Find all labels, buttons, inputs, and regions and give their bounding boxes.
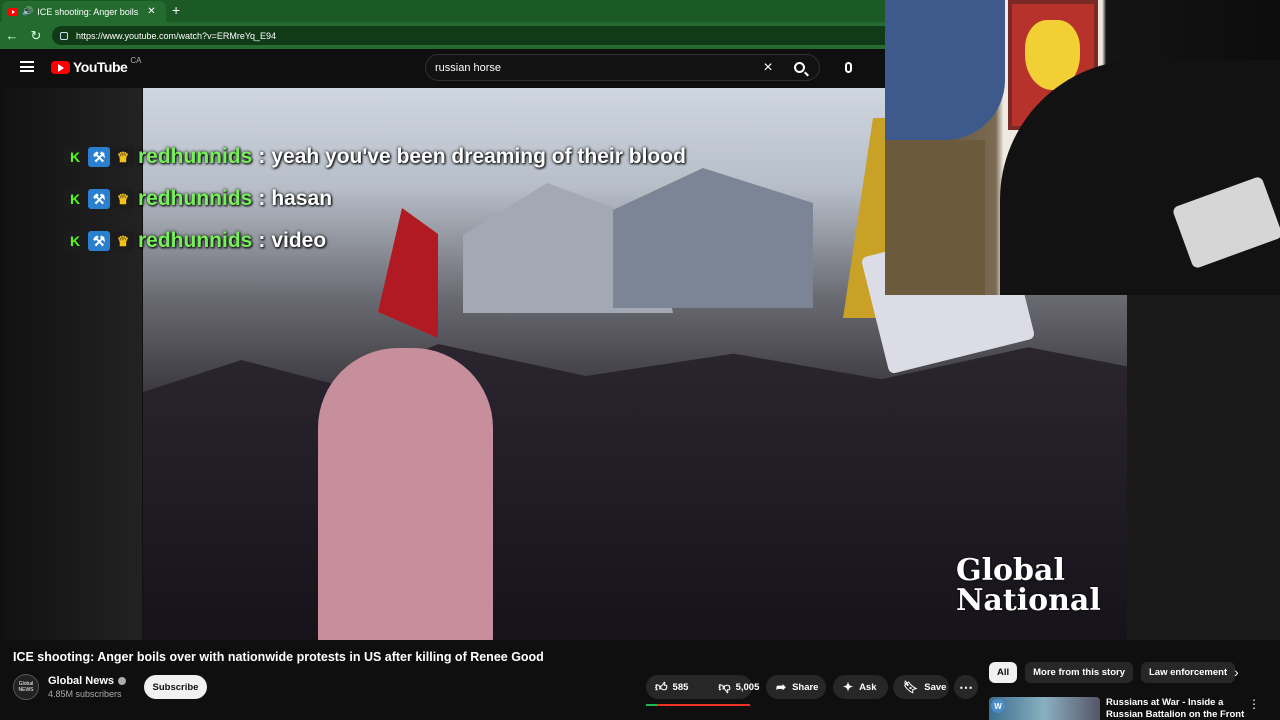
hammer-badge-icon: ⚒ (88, 231, 110, 251)
youtube-favicon-icon (8, 7, 18, 16)
address-bar-row: ← ↻ https://www.youtube.com/watch?v=ERMr… (0, 22, 885, 49)
chat-text: video (271, 229, 327, 252)
chip-law-enforcement[interactable]: Law enforcement (1141, 662, 1236, 683)
crown-badge-icon: ♛ (112, 147, 134, 167)
back-arrow-icon[interactable]: ← (0, 28, 24, 43)
pink-jacket-shape (318, 348, 493, 640)
search-button[interactable] (779, 54, 819, 81)
bookmark-icon: 🔖︎ (903, 680, 919, 694)
speaker-icon[interactable]: 🔊 (22, 6, 33, 17)
browser-tab-bar: 🔊 ICE shooting: Anger boils over ✕ + (0, 0, 885, 22)
channel-avatar[interactable]: Global NEWS (13, 674, 39, 700)
dislike-count: 5,005 (735, 681, 760, 693)
global-national-watermark: Global National (956, 556, 1101, 616)
chevron-right-icon[interactable]: › (1234, 664, 1239, 680)
recommendation-thumbnail[interactable] (989, 697, 1100, 720)
chat-overlay: K ⚒ ♛ redhunnids : yeah you've been dreami… (64, 136, 686, 262)
country-code: CA (130, 55, 142, 65)
kick-badge-icon: K (64, 189, 86, 209)
recommendation-item[interactable]: W Russians at War - Inside a Russian Bat… (989, 695, 1280, 720)
youtube-wordmark: YouTube (73, 59, 128, 75)
search-box[interactable]: russian horse × (425, 54, 820, 81)
chat-separator: : (258, 187, 266, 210)
channel-name[interactable]: Global News (48, 675, 114, 687)
more-actions-button[interactable]: ⋯ (954, 675, 978, 699)
thumbs-down-icon: 👎︎ (718, 679, 731, 694)
url-text: https://www.youtube.com/watch?v=ERMreYq_… (76, 30, 277, 41)
search-input[interactable]: russian horse (435, 62, 757, 74)
like-fill (646, 704, 657, 706)
clear-search-icon[interactable]: × (757, 59, 779, 77)
kick-badge-icon: K (64, 147, 86, 167)
youtube-logo[interactable]: YouTube CA (51, 55, 142, 75)
recommendation-title[interactable]: Russians at War - Inside a Russian Batta… (1106, 697, 1246, 720)
chip-all[interactable]: All (989, 662, 1018, 683)
hammer-badge-icon: ⚒ (88, 147, 110, 167)
new-tab-icon[interactable]: + (172, 2, 180, 18)
verified-icon (118, 677, 127, 685)
chat-separator: : (258, 229, 266, 252)
site-info-icon[interactable] (60, 31, 68, 40)
thumbs-up-icon: 👍︎ (655, 679, 668, 694)
crown-badge-icon: ♛ (112, 189, 134, 209)
youtube-play-icon (51, 60, 70, 74)
menu-icon[interactable] (20, 61, 34, 72)
side-panel (1127, 295, 1280, 640)
share-label: Share (792, 681, 819, 693)
recommendation-chips: All More from this story Law enforcement (989, 662, 1236, 683)
channel-name-row[interactable]: Global News (48, 675, 127, 687)
chat-message: K ⚒ ♛ redhunnids : hasan (64, 178, 686, 220)
sparkle-icon: ✦ (843, 680, 854, 694)
chat-text: hasan (271, 187, 333, 210)
chat-message: K ⚒ ♛ redhunnids : yeah you've been dreami… (64, 136, 686, 178)
channel-badge-icon: W (991, 699, 1005, 713)
pants-shape (885, 140, 985, 295)
search-icon (793, 62, 805, 73)
close-icon[interactable]: ✕ (147, 6, 155, 17)
kick-badge-icon: K (64, 231, 86, 251)
like-dislike-group: 👍︎ 585 👎︎ 5,005 (646, 675, 759, 699)
more-dots-icon: ⋯ (959, 678, 973, 695)
save-label: Save (924, 681, 947, 693)
save-button[interactable]: 🔖︎ Save (893, 675, 949, 699)
ask-button[interactable]: ✦ Ask (833, 675, 888, 699)
chat-username: redhunnids (138, 229, 253, 252)
browser-tab[interactable]: 🔊 ICE shooting: Anger boils over ✕ (2, 1, 166, 22)
microphone-icon (844, 61, 852, 73)
chat-message: K ⚒ ♛ redhunnids : video (64, 220, 686, 262)
chip-more-from-story[interactable]: More from this story (1025, 662, 1133, 683)
watermark-line: Global (956, 553, 1065, 588)
dislike-button[interactable]: 👎︎ 5,005 (709, 680, 768, 695)
watermark-line: National (956, 583, 1101, 618)
tab-title: ICE shooting: Anger boils over (37, 6, 139, 17)
hammer-badge-icon: ⚒ (88, 189, 110, 209)
like-button[interactable]: 👍︎ 585 (646, 680, 697, 695)
like-ratio-bar (646, 704, 750, 706)
share-button[interactable]: ➦ Share (766, 675, 826, 699)
share-arrow-icon: ➦ (776, 680, 787, 694)
like-count: 585 (672, 681, 689, 693)
dislike-fill (646, 704, 750, 706)
chat-text: yeah you've been dreaming of their blood (271, 145, 686, 168)
video-title: ICE shooting: Anger boils over with nati… (13, 650, 544, 664)
kebab-menu-icon[interactable]: ⋮ (1248, 697, 1260, 711)
chat-username: redhunnids (138, 187, 253, 210)
url-bar[interactable]: https://www.youtube.com/watch?v=ERMreYq_… (52, 26, 885, 45)
reload-icon[interactable]: ↻ (24, 28, 48, 44)
arm-shape (885, 0, 1005, 140)
voice-search-button[interactable] (837, 55, 859, 79)
crown-badge-icon: ♛ (112, 231, 134, 251)
webcam-overlay (885, 0, 1280, 295)
ask-label: Ask (859, 681, 877, 693)
chat-separator: : (258, 145, 266, 168)
subscriber-count: 4.85M subscribers (48, 689, 122, 699)
chat-username: redhunnids (138, 145, 253, 168)
youtube-header: YouTube CA russian horse × (0, 49, 885, 88)
subscribe-button[interactable]: Subscribe (144, 675, 207, 699)
